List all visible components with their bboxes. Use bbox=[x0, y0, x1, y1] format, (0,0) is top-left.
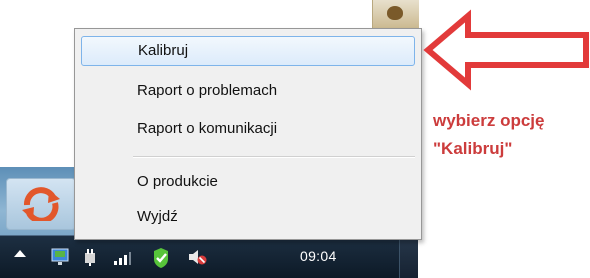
annotation-line-1: wybierz opcję bbox=[433, 111, 545, 130]
taskbar-app-button[interactable] bbox=[6, 178, 76, 230]
power-plug-icon[interactable] bbox=[80, 247, 100, 267]
context-menu: Kalibruj Raport o problemach Raport o ko… bbox=[74, 28, 422, 240]
taskbar-clock[interactable]: 09:04 bbox=[300, 248, 337, 264]
menu-separator bbox=[133, 156, 415, 158]
taskbar: 09:04 bbox=[0, 235, 418, 278]
pointer-arrow-icon bbox=[423, 9, 589, 91]
security-shield-icon[interactable] bbox=[150, 247, 172, 269]
volume-muted-icon[interactable] bbox=[187, 247, 207, 267]
network-monitor-icon[interactable] bbox=[50, 247, 70, 267]
annotation-line-2: "Kalibruj" bbox=[433, 139, 513, 158]
menu-item-raport-o-problemach[interactable]: Raport o problemach bbox=[81, 76, 415, 106]
refresh-app-icon bbox=[22, 187, 60, 221]
tray-app-icon[interactable] bbox=[372, 0, 419, 30]
app-tray-icon bbox=[387, 6, 403, 20]
signal-bars-icon[interactable] bbox=[112, 247, 132, 267]
show-desktop-button[interactable] bbox=[399, 236, 418, 278]
menu-item-raport-o-komunikacji[interactable]: Raport o komunikacji bbox=[81, 114, 415, 144]
menu-item-kalibruj[interactable]: Kalibruj bbox=[81, 36, 415, 66]
show-hidden-icons-icon[interactable] bbox=[14, 250, 26, 257]
menu-item-o-produkcie[interactable]: O produkcie bbox=[81, 167, 415, 197]
menu-item-wyjdz[interactable]: Wyjdź bbox=[81, 202, 415, 232]
annotation-text: wybierz opcję "Kalibruj" bbox=[433, 107, 544, 163]
